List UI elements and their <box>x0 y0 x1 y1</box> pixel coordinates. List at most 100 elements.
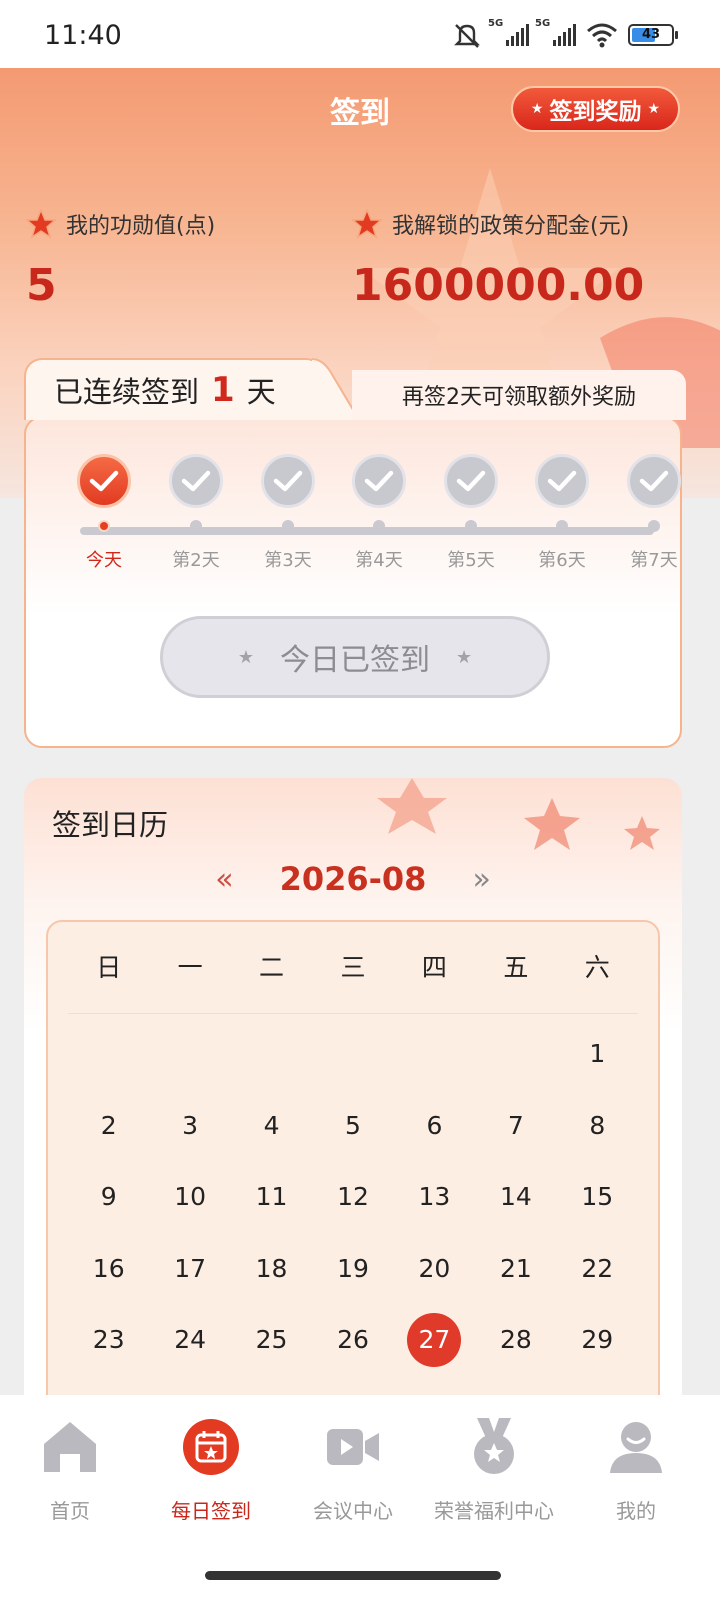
date-number: 13 <box>418 1182 451 1212</box>
merit-value: 5 <box>26 260 57 311</box>
date-cell[interactable]: 10 <box>149 1161 230 1233</box>
checkin-reward-button[interactable]: ★ 签到奖励 ★ <box>510 86 680 132</box>
streak-prefix: 已连续签到 <box>54 375 200 409</box>
red-star-icon <box>352 209 382 239</box>
nav-honor-welfare[interactable]: 荣誉福利中心 <box>424 1417 564 1524</box>
signal-icon-2: 5G <box>535 18 576 46</box>
nav-mine[interactable]: 我的 <box>566 1417 706 1524</box>
status-icons: 5G 5G 43 <box>452 18 678 50</box>
weekday-label: 日 <box>96 953 122 982</box>
day-label: 今天 <box>86 550 122 571</box>
streak-tab: 已连续签到 1 天 <box>24 358 324 420</box>
progress-dot <box>190 520 202 532</box>
checkin-tabbar: 已连续签到 1 天 再签2天可领取额外奖励 <box>24 358 686 420</box>
nav-home[interactable]: 首页 <box>0 1417 140 1524</box>
fund-value: 1600000.00 <box>352 260 645 311</box>
user-icon <box>606 1417 666 1477</box>
streak-suffix: 天 <box>246 375 276 409</box>
date-cell[interactable]: 8 <box>557 1090 638 1162</box>
battery-icon: 43 <box>628 24 678 46</box>
nav-meeting-center[interactable]: 会议中心 <box>283 1417 423 1524</box>
date-cell[interactable]: 26 <box>312 1304 393 1376</box>
date-cell[interactable]: 9 <box>68 1161 149 1233</box>
date-number: 4 <box>263 1110 280 1140</box>
date-cell-today[interactable]: 27 <box>394 1304 475 1376</box>
date-cell[interactable]: 29 <box>557 1304 638 1376</box>
date-cell[interactable]: 7 <box>475 1090 556 1162</box>
check-icon <box>627 454 681 508</box>
weekday-label: 六 <box>584 953 610 982</box>
medal-icon <box>464 1417 524 1477</box>
date-number: 14 <box>499 1182 532 1212</box>
check-icon <box>444 454 498 508</box>
date-cell[interactable]: 11 <box>231 1161 312 1233</box>
day-label: 第5天 <box>447 550 495 571</box>
checked-in-today-button[interactable]: ★ 今日已签到 ★ <box>160 616 550 698</box>
red-star-icon <box>26 209 56 239</box>
nav-label: 我的 <box>616 1499 656 1523</box>
checked-in-label: 今日已签到 <box>280 643 430 678</box>
calendar-grid: 日 一 二 三 四 五 六 1 2 3 4 5 6 7 8 9 10 11 12 13 14 15 16 17 1… <box>46 920 660 1418</box>
date-number: 2 <box>100 1110 117 1140</box>
star-icon: ★ <box>530 101 544 117</box>
prev-month-icon[interactable]: « <box>215 862 233 897</box>
progress-dot <box>648 520 660 532</box>
day-label: 第7天 <box>630 550 678 571</box>
date-cell[interactable]: 3 <box>149 1090 230 1162</box>
nav-daily-checkin[interactable]: 每日签到 <box>141 1417 281 1524</box>
date-cell[interactable]: 17 <box>149 1233 230 1305</box>
date-cell[interactable]: 18 <box>231 1233 312 1305</box>
calendar-card: 签到日历 « 2026-08 » 日 一 二 三 四 五 六 123456789… <box>24 778 682 1418</box>
calendar-title: 签到日历 <box>52 802 168 844</box>
fund-stat: 我解锁的政策分配金(元) 1600000.00 <box>352 208 644 311</box>
date-cell[interactable]: 16 <box>68 1233 149 1305</box>
date-number: 21 <box>499 1253 532 1283</box>
signal-icon: 5G <box>488 18 529 46</box>
date-cell[interactable]: 25 <box>231 1304 312 1376</box>
day-item: 第7天 <box>614 454 694 572</box>
weekday-label: 三 <box>340 953 366 982</box>
date-cell[interactable]: 12 <box>312 1161 393 1233</box>
date-cell[interactable]: 23 <box>68 1304 149 1376</box>
next-month-icon[interactable]: » <box>472 862 490 897</box>
weekday-label: 四 <box>421 953 447 982</box>
date-cell[interactable]: 13 <box>394 1161 475 1233</box>
star-icon: ★ <box>456 646 473 668</box>
empty-date-cell <box>149 1018 230 1090</box>
date-cell[interactable]: 5 <box>312 1090 393 1162</box>
progress-dot <box>373 520 385 532</box>
date-cell[interactable]: 2 <box>68 1090 149 1162</box>
checkin-card: 已连续签到 1 天 再签2天可领取额外奖励 今天 第2天 第3天 第4天 第5天… <box>24 358 686 748</box>
fund-label: 我解锁的政策分配金(元) <box>392 214 630 239</box>
date-cell[interactable]: 19 <box>312 1233 393 1305</box>
day-label: 第2天 <box>172 550 220 571</box>
date-cell[interactable]: 1 <box>557 1018 638 1090</box>
date-cell[interactable]: 24 <box>149 1304 230 1376</box>
status-time: 11:40 <box>44 20 122 51</box>
date-number: 25 <box>255 1325 288 1355</box>
date-cell[interactable]: 28 <box>475 1304 556 1376</box>
home-icon <box>40 1417 100 1477</box>
date-number: 16 <box>92 1253 125 1283</box>
empty-date-cell <box>312 1018 393 1090</box>
date-cell[interactable]: 6 <box>394 1090 475 1162</box>
home-indicator[interactable] <box>205 1571 501 1580</box>
date-cell[interactable]: 22 <box>557 1233 638 1305</box>
nav-label: 荣誉福利中心 <box>434 1499 554 1523</box>
date-cell[interactable]: 15 <box>557 1161 638 1233</box>
date-cell[interactable]: 20 <box>394 1233 475 1305</box>
date-cell[interactable]: 4 <box>231 1090 312 1162</box>
empty-date-cell <box>68 1018 149 1090</box>
date-number: 24 <box>174 1325 207 1355</box>
day-item: 第5天 <box>431 454 511 572</box>
date-cell[interactable]: 14 <box>475 1161 556 1233</box>
progress-dot <box>98 520 110 532</box>
date-number: 3 <box>182 1110 199 1140</box>
network-type-1: 5G <box>488 18 504 29</box>
date-number: 9 <box>100 1182 117 1212</box>
date-number: 23 <box>92 1325 125 1355</box>
star-icon: ★ <box>647 101 660 117</box>
day-label: 第4天 <box>355 550 403 571</box>
calendar-icon <box>181 1417 241 1477</box>
date-cell[interactable]: 21 <box>475 1233 556 1305</box>
